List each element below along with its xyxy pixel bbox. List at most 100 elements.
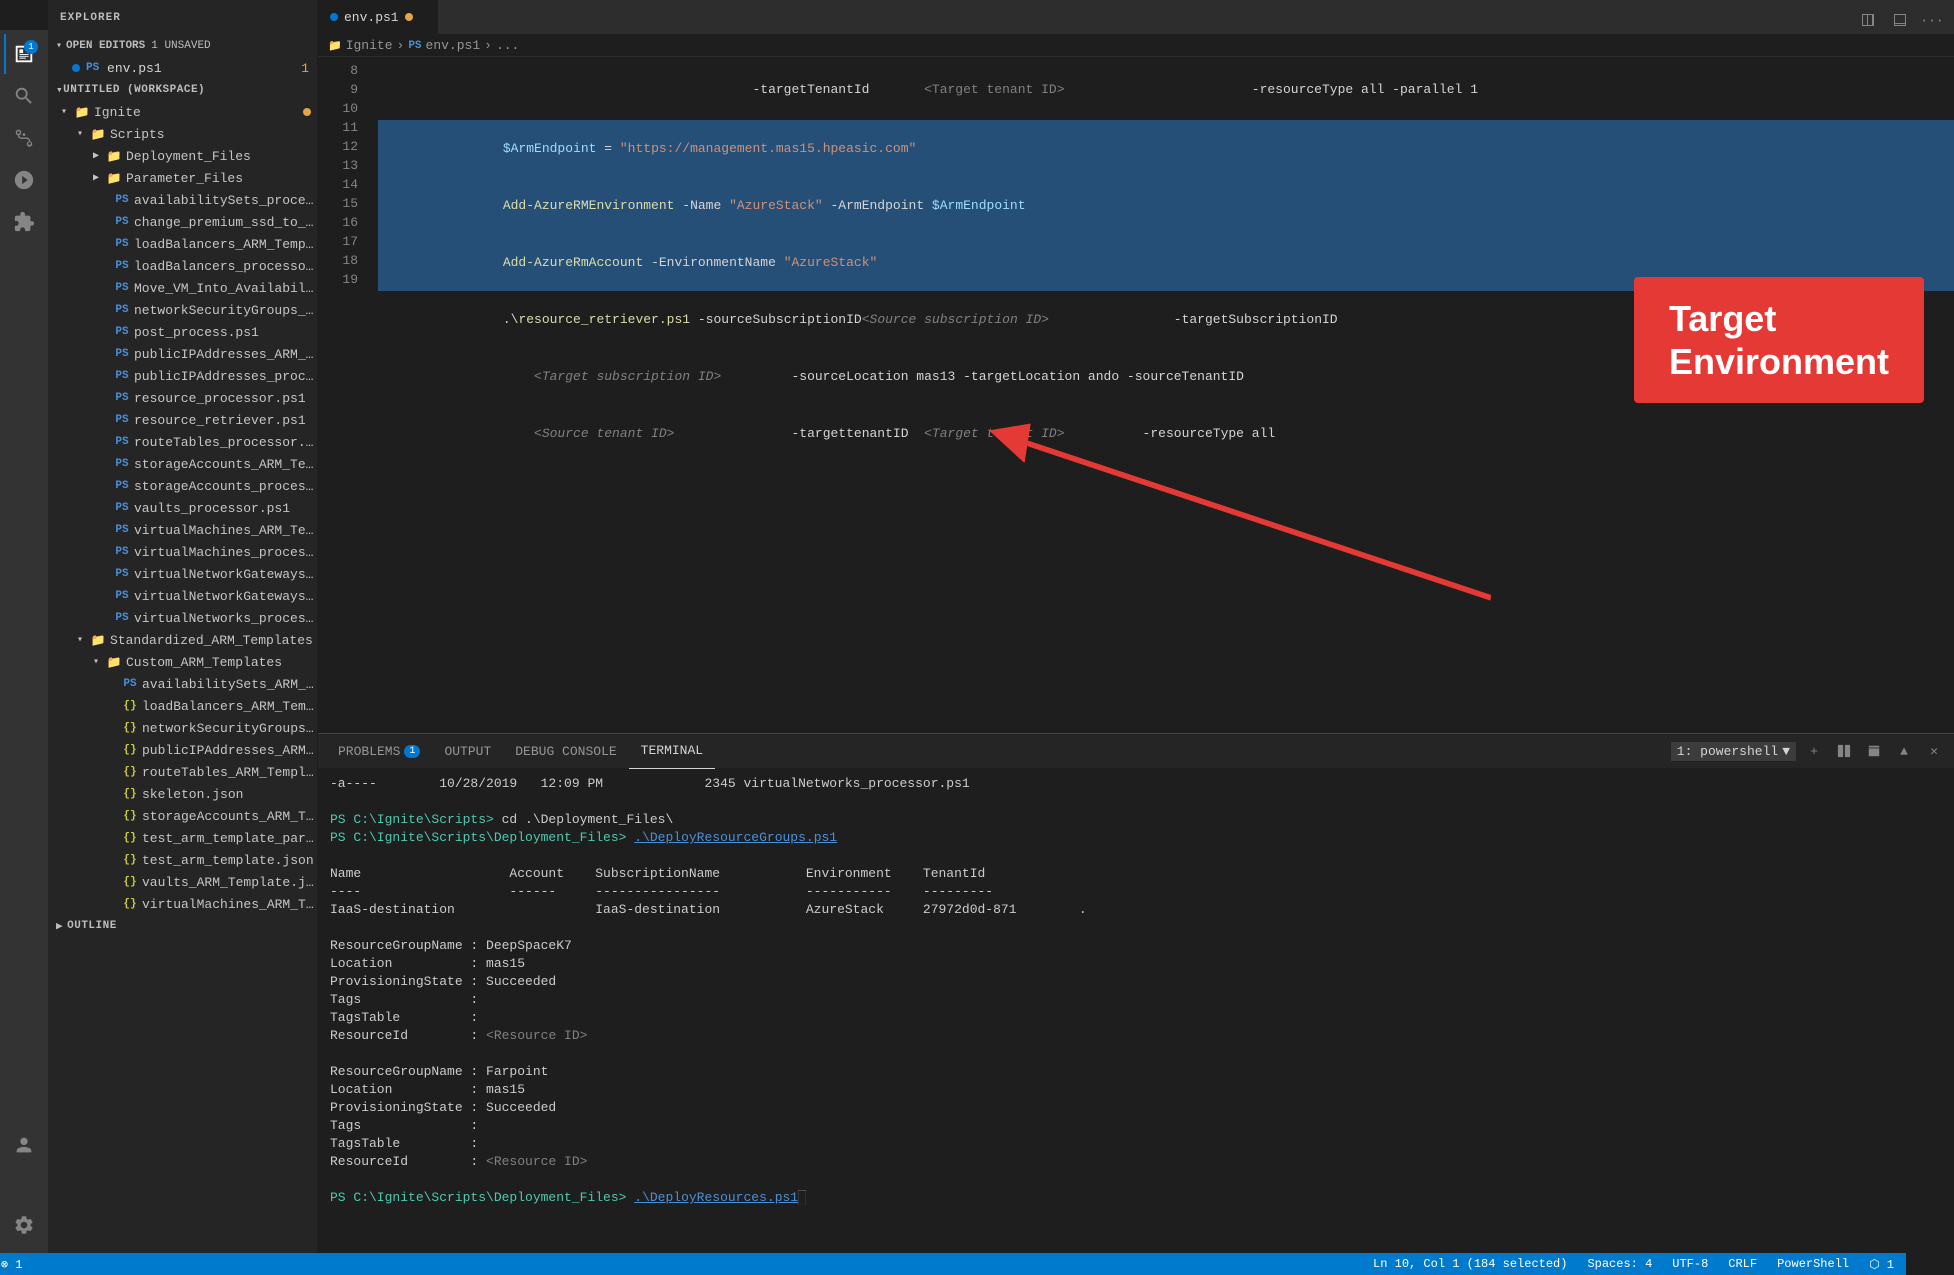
source-control-activity-icon[interactable] [4, 118, 44, 158]
ps1-icon-21: PS [122, 676, 138, 692]
tree-item-pip-proc[interactable]: PS publicIPAddresses_processor.... [48, 365, 317, 387]
sidebar-tree: ▾ 📁 Ignite ▾ 📁 Scripts ▶ 📁 Deployment_Fi… [48, 101, 317, 1253]
status-eol[interactable]: CRLF [1724, 1257, 1761, 1271]
tree-item-pip-arm[interactable]: PS publicIPAddresses_ARM_Temp... [48, 343, 317, 365]
code-line-12: Add-AzureRmAccount -EnvironmentName "Azu… [378, 234, 1954, 291]
tree-item-vaults-proc[interactable]: PS vaults_processor.ps1 [48, 497, 317, 519]
breadcrumb-folder-icon: 📁 [328, 39, 342, 53]
tree-item-resource-proc[interactable]: PS resource_processor.ps1 [48, 387, 317, 409]
terminal-blank-1 [330, 919, 1942, 937]
tree-item-pip-arm-json[interactable]: {} publicIPAddresses_ARM_Tem... [48, 739, 317, 761]
split-editor-btn[interactable] [1854, 6, 1882, 34]
tree-item-test-arm-json[interactable]: {} test_arm_template.json [48, 849, 317, 871]
tree-item-availabilitySets[interactable]: PS availabilitySets_processor.ps1 [48, 189, 317, 211]
ps1-icon-13: PS [114, 456, 130, 472]
tree-item-ignite[interactable]: ▾ 📁 Ignite [48, 101, 317, 123]
workspace-label[interactable]: ▾ UNTITLED (WORKSPACE) [48, 79, 317, 101]
tree-item-vng-arm[interactable]: PS virtualNetworkGateways_ARM.... [48, 563, 317, 585]
accounts-activity-icon[interactable] [4, 1125, 44, 1165]
terminal-line-5 [330, 847, 1942, 865]
tree-item-storage-arm[interactable]: PS storageAccounts_ARM_Templ... [48, 453, 317, 475]
status-encoding[interactable]: UTF-8 [1668, 1257, 1712, 1271]
debug-activity-icon[interactable] [4, 160, 44, 200]
ignite-chevron: ▾ [56, 106, 72, 118]
settings-activity-icon[interactable] [4, 1205, 44, 1245]
tab-debug-console[interactable]: DEBUG CONSOLE [503, 734, 628, 769]
search-activity-icon[interactable] [4, 76, 44, 116]
tree-item-lb-arm-json[interactable]: {} loadBalancers_ARM_Templa... [48, 695, 317, 717]
tree-item-vm-arm-json[interactable]: {} virtualMachines_ARM_Templ... [48, 893, 317, 915]
code-line-15: .\resource_retriever.ps1 -sourceSubscrip… [378, 291, 1954, 348]
json-icon-9: {} [122, 874, 138, 890]
breadcrumb-ignite[interactable]: Ignite [346, 38, 393, 53]
terminal-rg1-resourceid: ResourceId : <Resource ID> [330, 1027, 1942, 1045]
tab-env-ps1[interactable]: env.ps1 [318, 0, 438, 34]
tree-item-change-premium[interactable]: PS change_premium_ssd_to_stan... [48, 211, 317, 233]
tree-item-avail-arm[interactable]: PS availabilitySets_ARM_Templ... [48, 673, 317, 695]
close-terminal-btn[interactable]: ✕ [1922, 739, 1946, 763]
tree-item-vng-proc[interactable]: PS virtualNetworkGateways_procs... [48, 585, 317, 607]
status-position[interactable]: Ln 10, Col 1 (184 selected) [1369, 1257, 1571, 1271]
tree-item-resource-retriever[interactable]: PS resource_retriever.ps1 [48, 409, 317, 431]
tab-problems[interactable]: PROBLEMS 1 [326, 734, 432, 769]
tree-item-skeleton-json[interactable]: {} skeleton.json [48, 783, 317, 805]
tab-terminal[interactable]: TERMINAL [629, 734, 715, 769]
outline-section[interactable]: ▶ OUTLINE [48, 915, 317, 937]
status-language[interactable]: PowerShell [1773, 1257, 1853, 1271]
open-editors-header[interactable]: ▾ OPEN EDITORS 1 UNSAVED [48, 35, 317, 57]
tree-item-vaults-json[interactable]: {} vaults_ARM_Template.json [48, 871, 317, 893]
sidebar: EXPLORER ▾ OPEN EDITORS 1 UNSAVED PS env… [48, 0, 318, 1253]
tab-output[interactable]: OUTPUT [432, 734, 503, 769]
add-terminal-btn[interactable]: + [1802, 739, 1826, 763]
tree-item-parameter-files[interactable]: ▶ 📁 Parameter_Files [48, 167, 317, 189]
json-icon-3: {} [122, 742, 138, 758]
more-actions-btn[interactable]: ··· [1918, 6, 1946, 34]
tree-item-post-process[interactable]: PS post_process.ps1 [48, 321, 317, 343]
status-bar: ⚠ 0 ⊗ 1 Ln 10, Col 1 (184 selected) Spac… [0, 1253, 1906, 1275]
terminal-content[interactable]: -a---- 10/28/2019 12:09 PM 2345 virtualN… [318, 769, 1954, 1253]
breadcrumb-ellipsis[interactable]: ... [496, 38, 519, 53]
json-icon-10: {} [122, 896, 138, 912]
tree-item-move-vm[interactable]: PS Move_VM_Into_AvailabilitySet... [48, 277, 317, 299]
status-errors[interactable]: ⚠ 0 ⊗ 1 [0, 1257, 26, 1272]
toggle-panel-btn[interactable] [1886, 6, 1914, 34]
terminal-rg2-resourceid: ResourceId : <Resource ID> [330, 1153, 1942, 1171]
status-feedback[interactable]: ⬡ 1 [1865, 1257, 1898, 1272]
tree-item-storage-arm-json[interactable]: {} storageAccounts_ARM_Templ... [48, 805, 317, 827]
terminal-table-row: IaaS-destination IaaS-destination AzureS… [330, 901, 1942, 919]
tab-unsaved-dot [405, 13, 413, 21]
open-editor-dot [72, 64, 80, 72]
tree-item-nsg-proc[interactable]: PS networkSecurityGroups_proce... [48, 299, 317, 321]
tree-item-custom-arm[interactable]: ▾ 📁 Custom_ARM_Templates [48, 651, 317, 673]
ps1-icon-4: PS [114, 258, 130, 274]
maximize-terminal-btn[interactable]: ▲ [1892, 739, 1916, 763]
tree-item-scripts[interactable]: ▾ 📁 Scripts [48, 123, 317, 145]
tree-item-loadbalancers-arm[interactable]: PS loadBalancers_ARM_Template.... [48, 233, 317, 255]
kill-terminal-btn[interactable] [1862, 739, 1886, 763]
tree-item-routetables-proc[interactable]: PS routeTables_processor.ps1 [48, 431, 317, 453]
ps1-icon-11: PS [114, 412, 130, 428]
breadcrumb-env-ps1[interactable]: env.ps1 [426, 38, 481, 53]
tree-item-vnet-proc[interactable]: PS virtualNetworks_processor.ps1 [48, 607, 317, 629]
parameter-chevron: ▶ [88, 172, 104, 184]
tree-item-standardized-arm[interactable]: ▾ 📁 Standardized_ARM_Templates [48, 629, 317, 651]
tree-item-storage-proc[interactable]: PS storageAccounts_processor.ps1 [48, 475, 317, 497]
tree-item-nsg-arm-json[interactable]: {} networkSecurityGroups_ARM.... [48, 717, 317, 739]
tab-dot [330, 13, 338, 21]
code-editor[interactable]: 8 9 10 11 12 13 14 15 16 17 18 19 [318, 57, 1954, 733]
tree-item-deployment-files[interactable]: ▶ 📁 Deployment_Files [48, 145, 317, 167]
terminal-rg2-location: Location : mas15 [330, 1081, 1942, 1099]
terminal-shell-dropdown[interactable]: 1: powershell ▼ [1671, 742, 1796, 761]
tree-item-test-param-json[interactable]: {} test_arm_template_parameter... [48, 827, 317, 849]
tree-item-vm-arm[interactable]: PS virtualMachines_ARM_Templ... [48, 519, 317, 541]
ps1-icon-1: PS [114, 192, 130, 208]
tree-item-loadbalancers-proc[interactable]: PS loadBalancers_processor.ps1 [48, 255, 317, 277]
split-terminal-btn[interactable] [1832, 739, 1856, 763]
extensions-activity-icon[interactable] [4, 202, 44, 242]
tree-item-routetables-json[interactable]: {} routeTables_ARM_Template.json [48, 761, 317, 783]
explorer-activity-icon[interactable]: 1 [4, 34, 44, 74]
explorer-badge: 1 [24, 40, 38, 54]
open-editor-env-ps1[interactable]: PS env.ps1 1 [48, 57, 317, 79]
tree-item-vm-proc[interactable]: PS virtualMachines_processor.ps1 [48, 541, 317, 563]
status-spaces[interactable]: Spaces: 4 [1583, 1257, 1656, 1271]
